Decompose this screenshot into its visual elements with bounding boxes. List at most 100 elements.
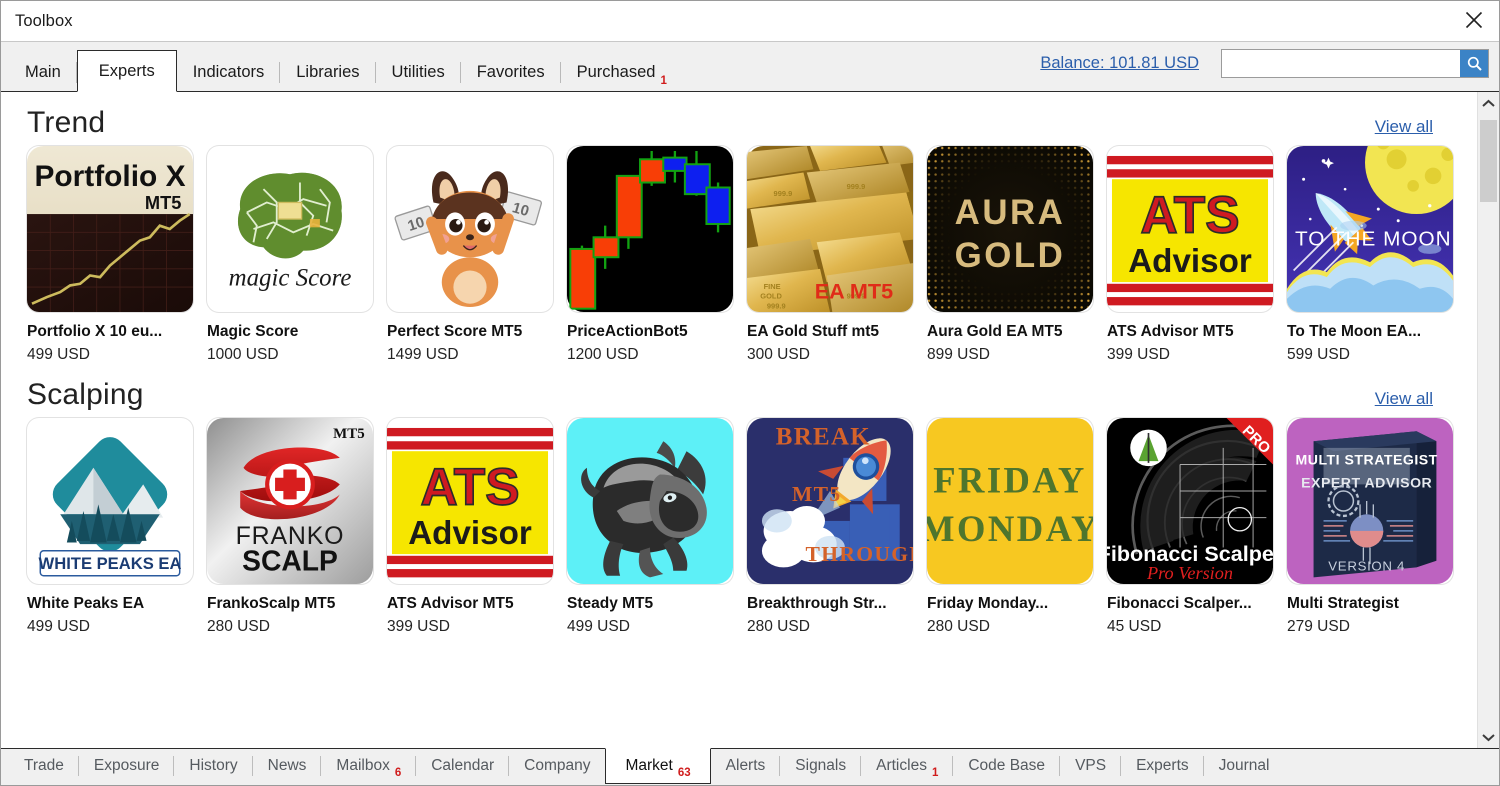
product-name[interactable]: Perfect Score MT5: [387, 323, 559, 341]
toolbox-tab-calendar[interactable]: Calendar: [416, 749, 510, 783]
view-all-link[interactable]: View all: [1375, 389, 1451, 409]
category-tab-indicators[interactable]: Indicators: [177, 53, 281, 91]
toolbox-tab-alerts[interactable]: Alerts: [711, 749, 781, 783]
product-thumbnail[interactable]: WHITE PEAKS EA: [27, 418, 193, 584]
product-thumbnail[interactable]: MULTI STRATEGIST EXPERT ADVISOR VERSION …: [1287, 418, 1453, 584]
product-card[interactable]: 10 10 Perfect Score MT5 1499 USD: [387, 146, 567, 364]
product-thumbnail[interactable]: [567, 418, 733, 584]
product-name[interactable]: Magic Score: [207, 323, 379, 341]
product-card[interactable]: Portfolio X MT5 Portfolio X 10 eu... 499 …: [27, 146, 207, 364]
product-name[interactable]: Breakthrough Str...: [747, 595, 919, 613]
thumb-art-friday-monday: FRIDAY FRIDAY MONDAY MONDAY: [927, 418, 1093, 584]
product-card[interactable]: FRIDAY FRIDAY MONDAY MONDAY Friday Monda…: [927, 418, 1107, 636]
thumb-art-white-peaks: WHITE PEAKS EA: [27, 418, 193, 584]
view-all-link[interactable]: View all: [1375, 117, 1451, 137]
thumb-art-price-action-bot: [567, 146, 733, 312]
category-tab-favorites[interactable]: Favorites: [461, 53, 561, 91]
product-name[interactable]: PriceActionBot5: [567, 323, 739, 341]
toolbox-tab-vps[interactable]: VPS: [1060, 749, 1122, 783]
toolbox-tab-trade[interactable]: Trade: [9, 749, 79, 783]
toolbox-tab-articles[interactable]: Articles 1: [861, 749, 954, 783]
product-thumbnail[interactable]: ATS Advisor: [1107, 146, 1273, 312]
category-tab-utilities[interactable]: Utilities: [376, 53, 461, 91]
scrollbar-thumb[interactable]: [1480, 120, 1497, 202]
product-thumbnail[interactable]: ATS Advisor: [387, 418, 553, 584]
product-name[interactable]: Fibonacci Scalper...: [1107, 595, 1279, 613]
product-card[interactable]: Steady MT5 499 USD: [567, 418, 747, 636]
toolbox-tab-signals[interactable]: Signals: [780, 749, 862, 783]
product-card[interactable]: ATS Advisor ATS Advisor MT5 399 USD: [387, 418, 567, 636]
product-thumbnail[interactable]: TO THE MOON: [1287, 146, 1453, 312]
svg-text:FINE: FINE: [764, 282, 781, 291]
product-card[interactable]: magic Score Magic Score 1000 USD: [207, 146, 387, 364]
product-card[interactable]: FRANKO SCALP MT5 FrankoScalp MT5 280 USD: [207, 418, 387, 636]
search-icon[interactable]: [1460, 50, 1488, 77]
product-thumbnail[interactable]: magic Score: [207, 146, 373, 312]
product-card[interactable]: ATS Advisor ATS Advisor MT5 399 USD: [1107, 146, 1287, 364]
category-tab-libraries[interactable]: Libraries: [280, 53, 376, 91]
product-name[interactable]: Multi Strategist: [1287, 595, 1459, 613]
product-name[interactable]: ATS Advisor MT5: [387, 595, 559, 613]
toolbox-tab-news[interactable]: News: [253, 749, 322, 783]
product-thumbnail[interactable]: PRO Fibonacci Scalper Pro Version: [1107, 418, 1273, 584]
product-name[interactable]: EA Gold Stuff mt5: [747, 323, 919, 341]
product-name[interactable]: White Peaks EA: [27, 595, 199, 613]
product-thumbnail[interactable]: 10 10: [387, 146, 553, 312]
product-thumbnail[interactable]: [567, 146, 733, 312]
product-card[interactable]: PriceActionBot5 1200 USD: [567, 146, 747, 364]
toolbox-tab-market[interactable]: Market 63: [605, 748, 711, 784]
toolbox-tab-journal[interactable]: Journal: [1204, 749, 1285, 783]
product-thumbnail[interactable]: FRANKO SCALP MT5: [207, 418, 373, 584]
product-name[interactable]: ATS Advisor MT5: [1107, 323, 1279, 341]
product-name[interactable]: Aura Gold EA MT5: [927, 323, 1099, 341]
product-price: 499 USD: [567, 618, 630, 635]
product-card[interactable]: BREAK MT5 THROUGH Breakthrough Str... 280…: [747, 418, 927, 636]
product-card[interactable]: PRO Fibonacci Scalper Pro Version Fibona…: [1107, 418, 1287, 636]
product-thumbnail[interactable]: Portfolio X MT5: [27, 146, 193, 312]
toolbox-tab-company[interactable]: Company: [509, 749, 605, 783]
product-card[interactable]: WHITE PEAKS EA White Peaks EA 499 USD: [27, 418, 207, 636]
search-box[interactable]: [1221, 49, 1489, 78]
category-tab-label: Utilities: [391, 62, 445, 81]
product-name[interactable]: To The Moon EA...: [1287, 323, 1459, 341]
window-title: Toolbox: [15, 11, 73, 30]
close-icon[interactable]: [1451, 1, 1497, 39]
svg-text:ATS: ATS: [420, 457, 519, 515]
product-thumbnail[interactable]: FINE GOLD 999.9 999.9 999.9 999.9 EA MT5: [747, 146, 913, 312]
product-card[interactable]: MULTI STRATEGIST EXPERT ADVISOR VERSION …: [1287, 418, 1467, 636]
vertical-scrollbar[interactable]: [1477, 92, 1499, 748]
toolbox-window: Toolbox Main Experts Indicators Libraries Ut…: [0, 0, 1500, 786]
product-name[interactable]: Portfolio X 10 eu...: [27, 323, 199, 341]
toolbox-tab-label: Mailbox: [336, 757, 390, 774]
chevron-down-icon[interactable]: [1478, 726, 1499, 748]
product-card[interactable]: TO THE MOON To The Moon EA... 599 USD: [1287, 146, 1467, 364]
thumb-art-ats-advisor: ATS Advisor: [1107, 146, 1273, 312]
category-tab-purchased[interactable]: Purchased 1: [561, 53, 683, 91]
svg-text:THROUGH: THROUGH: [806, 542, 913, 566]
product-card[interactable]: FINE GOLD 999.9 999.9 999.9 999.9 EA MT5 EA…: [747, 146, 927, 364]
svg-text:999.9: 999.9: [774, 189, 793, 198]
balance-link[interactable]: Balance: 101.81 USD: [1040, 54, 1199, 73]
product-thumbnail[interactable]: FRIDAY FRIDAY MONDAY MONDAY: [927, 418, 1093, 584]
toolbox-tab-code-base[interactable]: Code Base: [953, 749, 1061, 783]
category-tab-main[interactable]: Main: [9, 53, 77, 91]
product-thumbnail[interactable]: AURA GOLD: [927, 146, 1093, 312]
product-name[interactable]: Steady MT5: [567, 595, 739, 613]
svg-text:ATS: ATS: [1140, 185, 1239, 243]
scrollbar-track[interactable]: [1478, 114, 1499, 726]
toolbox-tab-experts[interactable]: Experts: [1121, 749, 1204, 783]
toolbox-tab-bar: Trade Exposure History News Mailbox 6 Calendar…: [1, 748, 1499, 785]
product-thumbnail[interactable]: BREAK MT5 THROUGH: [747, 418, 913, 584]
search-input[interactable]: [1222, 50, 1460, 77]
product-name[interactable]: FrankoScalp MT5: [207, 595, 379, 613]
thumb-art-portfolio-x: Portfolio X MT5: [27, 146, 193, 312]
title-bar: Toolbox: [1, 1, 1499, 41]
category-tab-experts[interactable]: Experts: [76, 50, 177, 92]
toolbox-tab-label: Articles: [876, 757, 927, 774]
toolbox-tab-history[interactable]: History: [174, 749, 253, 783]
toolbox-tab-mailbox[interactable]: Mailbox 6: [321, 749, 417, 783]
product-card[interactable]: AURA GOLD Aura Gold EA MT5 899 USD: [927, 146, 1107, 364]
toolbox-tab-exposure[interactable]: Exposure: [79, 749, 175, 783]
chevron-up-icon[interactable]: [1478, 92, 1499, 114]
product-name[interactable]: Friday Monday...: [927, 595, 1099, 613]
